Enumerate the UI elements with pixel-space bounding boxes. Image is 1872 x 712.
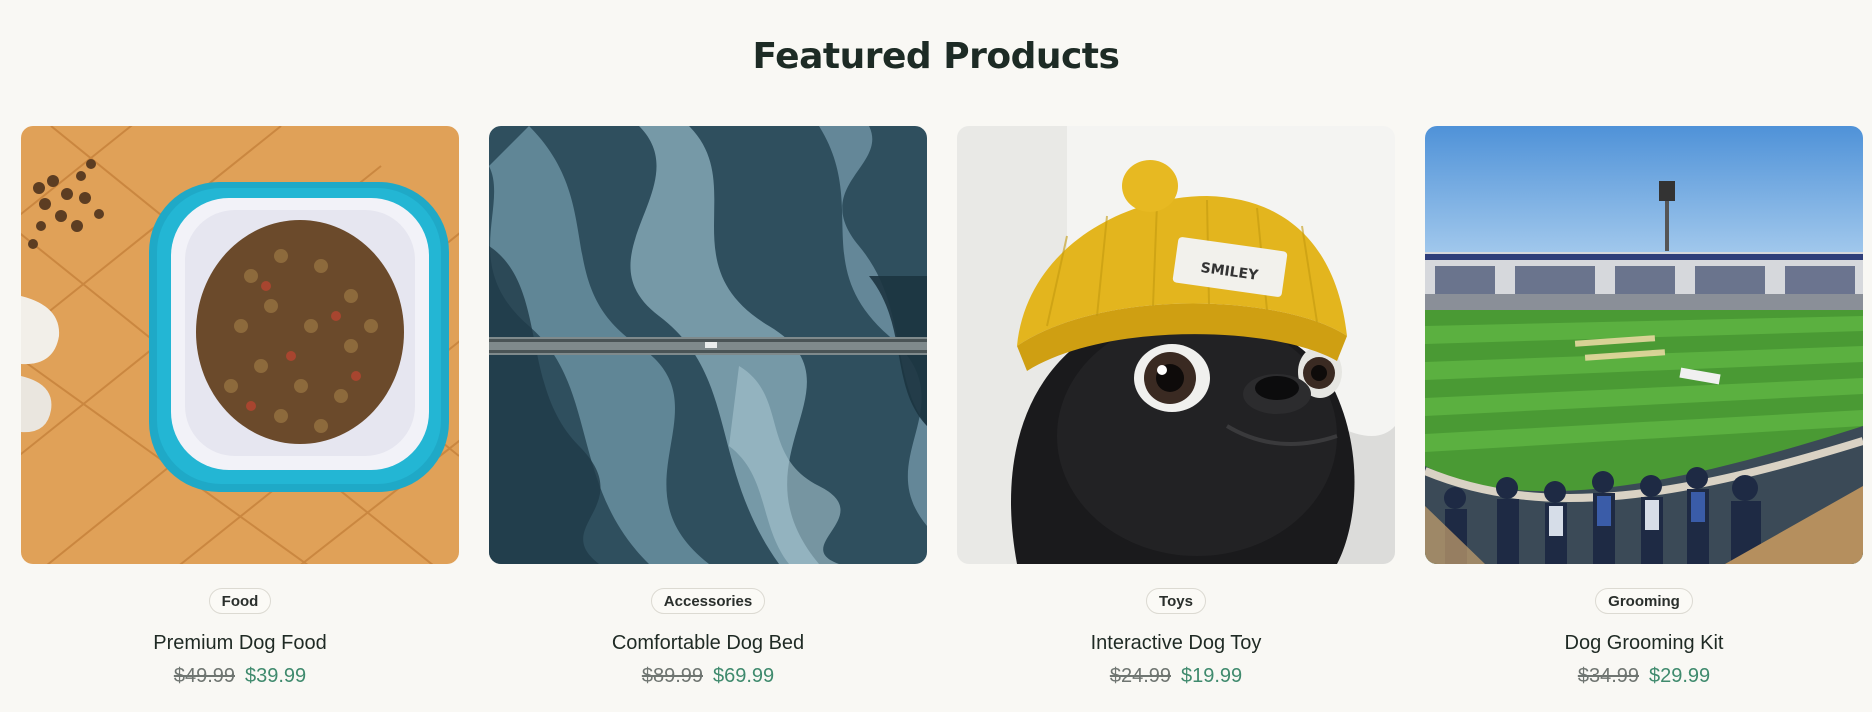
price-row: $89.99 $69.99 bbox=[642, 664, 774, 688]
pug-yellow-beanie-image: SMILEY bbox=[957, 126, 1395, 564]
original-price: $89.99 bbox=[641, 665, 703, 687]
dog-food-bowl-image bbox=[21, 126, 459, 564]
original-price: $34.99 bbox=[1577, 665, 1639, 687]
product-name[interactable]: Comfortable Dog Bed bbox=[612, 630, 804, 656]
aerial-river-image bbox=[489, 126, 927, 564]
product-card-dog-bed[interactable]: Accessories Comfortable Dog Bed $89.99 $… bbox=[489, 126, 927, 688]
category-badge[interactable]: Accessories bbox=[650, 588, 766, 614]
product-card-dog-food[interactable]: Food Premium Dog Food $49.99 $39.99 bbox=[21, 126, 459, 688]
price-row: $49.99 $39.99 bbox=[174, 664, 306, 688]
product-image-dog-toy[interactable]: SMILEY bbox=[957, 126, 1395, 564]
product-name[interactable]: Interactive Dog Toy bbox=[1091, 630, 1262, 656]
product-card-dog-toy[interactable]: SMILEY Toys Interactive Dog Toy $24.99 $… bbox=[957, 126, 1395, 688]
category-badge[interactable]: Toys bbox=[1146, 588, 1206, 614]
original-price: $49.99 bbox=[173, 665, 235, 687]
sale-price: $19.99 bbox=[1181, 665, 1243, 687]
product-grid: Food Premium Dog Food $49.99 $39.99 Acce… bbox=[21, 126, 1863, 688]
cricket-stadium-image bbox=[1425, 126, 1863, 564]
sale-price: $39.99 bbox=[245, 665, 307, 687]
product-name[interactable]: Dog Grooming Kit bbox=[1565, 630, 1724, 656]
price-row: $34.99 $29.99 bbox=[1578, 664, 1710, 688]
product-card-grooming-kit[interactable]: Grooming Dog Grooming Kit $34.99 $29.99 bbox=[1425, 126, 1863, 688]
original-price: $24.99 bbox=[1109, 665, 1171, 687]
product-image-dog-bed[interactable] bbox=[489, 126, 927, 564]
product-image-grooming-kit[interactable] bbox=[1425, 126, 1863, 564]
featured-products-section: Featured Products Food Premium Dog Food … bbox=[0, 0, 1872, 712]
product-name[interactable]: Premium Dog Food bbox=[153, 630, 326, 656]
category-badge[interactable]: Grooming bbox=[1595, 588, 1693, 614]
sale-price: $69.99 bbox=[713, 665, 775, 687]
price-row: $24.99 $19.99 bbox=[1110, 664, 1242, 688]
product-image-dog-food[interactable] bbox=[21, 126, 459, 564]
category-badge[interactable]: Food bbox=[208, 588, 272, 614]
section-title: Featured Products bbox=[752, 36, 1120, 77]
sale-price: $29.99 bbox=[1649, 665, 1711, 687]
